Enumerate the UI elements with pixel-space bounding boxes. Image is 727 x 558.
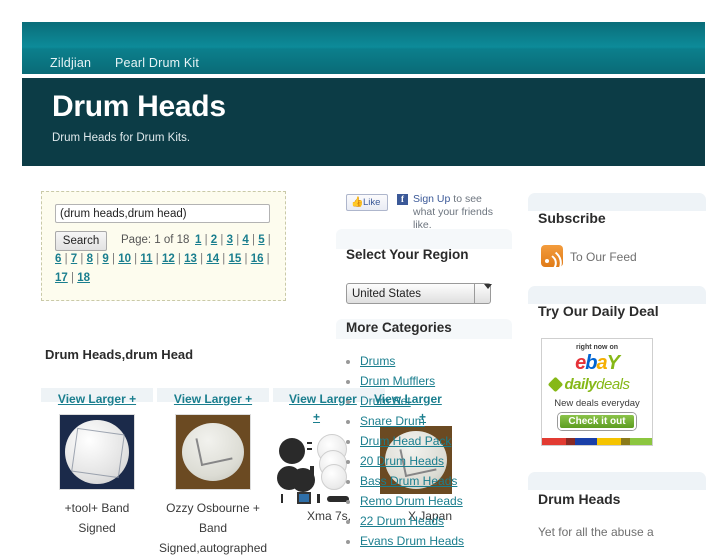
pagination-link-17[interactable]: 17 <box>55 272 68 284</box>
category-link-drums[interactable]: Drums <box>360 354 395 368</box>
pagination-separator: | <box>152 253 162 265</box>
pagination-separator: | <box>219 253 229 265</box>
top-navigation-bar: Zildjian Pearl Drum Kit <box>22 22 705 74</box>
search-input[interactable] <box>55 204 270 223</box>
thumbs-up-icon: 👍 <box>351 197 364 208</box>
category-link-remo-drum-heads[interactable]: Remo Drum Heads <box>360 494 463 508</box>
list-item[interactable]: Drum Set <box>360 391 535 411</box>
view-larger-link[interactable]: View Larger + <box>41 392 153 406</box>
list-item[interactable]: Drum Mufflers <box>360 371 535 391</box>
pagination-separator: | <box>130 253 141 265</box>
article-title: Drum Heads <box>538 491 621 507</box>
pagination-link-13[interactable]: 13 <box>184 253 197 265</box>
pagination-separator: | <box>263 253 270 265</box>
article-text: Yet for all the abuse a <box>538 525 654 539</box>
region-panel-header <box>336 229 512 249</box>
category-link-bass-drum-heads[interactable]: Bass Drum Heads <box>360 474 457 488</box>
pagination-separator: | <box>108 253 119 265</box>
rss-label[interactable]: To Our Feed <box>570 250 637 264</box>
list-item[interactable]: Bass Drum Heads <box>360 471 535 491</box>
pagination-link-16[interactable]: 16 <box>251 253 264 265</box>
pagination-separator: | <box>174 253 185 265</box>
subscribe-panel-header <box>528 193 706 211</box>
pagination-separator: | <box>241 253 251 265</box>
site-header-band: Drum Heads Drum Heads for Drum Kits. <box>22 78 705 166</box>
facebook-signup-text: Sign Up to see what your friends like. <box>413 193 505 232</box>
caption-line: Band <box>198 521 228 535</box>
pagination-separator: | <box>67 272 78 284</box>
search-panel: Search 1 | 2 | 3 | 4 | 5 | 6 | 7 | 8 | 9… <box>41 191 286 301</box>
region-select[interactable]: United States <box>346 283 491 304</box>
pagination-separator: | <box>264 234 271 246</box>
product-thumbnail[interactable] <box>175 414 251 490</box>
category-link-drum-mufflers[interactable]: Drum Mufflers <box>360 374 435 388</box>
like-label: Like <box>363 197 381 208</box>
list-item[interactable]: Remo Drum Heads <box>360 491 535 511</box>
pagination-separator: | <box>61 253 71 265</box>
list-item[interactable]: 22 Drum Heads <box>360 511 535 531</box>
pagination-link-14[interactable]: 14 <box>206 253 219 265</box>
facebook-signup-link[interactable]: Sign Up <box>413 193 450 205</box>
facebook-icon: f <box>397 194 408 205</box>
product-thumbnail[interactable] <box>59 414 135 490</box>
ebay-logo: ebaY <box>575 352 620 374</box>
list-item[interactable]: Snare Drum <box>360 411 535 431</box>
daily-deal-banner[interactable]: right now on ebaY dailydeals New deals e… <box>541 338 653 446</box>
caption-line: Signed <box>78 521 116 535</box>
category-link-22-drum-heads[interactable]: 22 Drum Heads <box>360 514 444 528</box>
categories-title: More Categories <box>346 320 452 335</box>
categories-list: Drums Drum Mufflers Drum Set Snare Drum … <box>338 351 535 551</box>
subscribe-title: Subscribe <box>538 210 606 226</box>
view-larger-link[interactable]: View Larger + <box>157 392 269 406</box>
pagination-separator: | <box>77 253 87 265</box>
daily-deal-title: Try Our Daily Deal <box>538 303 659 319</box>
category-link-evans-drum-heads[interactable]: Evans Drum Heads <box>360 534 464 548</box>
pagination-separator: | <box>248 234 259 246</box>
daily-deal-panel-header <box>528 286 706 304</box>
list-item[interactable]: Evans Drum Heads <box>360 531 535 551</box>
deal-right-now-on: right now on <box>576 344 618 351</box>
article-panel-header <box>528 472 706 490</box>
category-link-drum-head-pack[interactable]: Drum Head Pack <box>360 434 451 448</box>
category-link-20-drum-heads[interactable]: 20 Drum Heads <box>360 454 444 468</box>
page-indicator: Page: 1 of 18 <box>121 234 190 246</box>
product-caption: +tool+ Band Signed <box>41 498 153 538</box>
caption-line: Ozzy Osbourne + <box>166 501 260 515</box>
pagination-separator: | <box>201 234 211 246</box>
caption-line: Signed,autographed <box>158 541 268 555</box>
deal-subtext: New deals everyday <box>554 398 640 409</box>
region-title: Select Your Region <box>346 247 469 262</box>
pagination-link-18[interactable]: 18 <box>77 272 90 284</box>
nav-link-zildjian[interactable]: Zildjian <box>50 56 91 70</box>
nav-link-pearl-drum-kit[interactable]: Pearl Drum Kit <box>115 56 199 70</box>
pagination-link-12[interactable]: 12 <box>162 253 175 265</box>
page-tagline: Drum Heads for Drum Kits. <box>52 132 191 144</box>
view-larger-plus[interactable]: + <box>313 410 320 424</box>
pagination-separator: | <box>196 253 207 265</box>
results-heading: Drum Heads,drum Head <box>45 347 194 362</box>
category-link-drum-set[interactable]: Drum Set <box>360 394 411 408</box>
list-item[interactable]: Drum Head Pack <box>360 431 535 451</box>
daily-deals-wordmark: dailydeals <box>564 376 630 393</box>
pagination-link-11[interactable]: 11 <box>140 253 152 265</box>
caption-line: +tool+ Band <box>64 501 130 515</box>
category-link-snare-drum[interactable]: Snare Drum <box>360 414 425 428</box>
facebook-like-button[interactable]: 👍 Like <box>346 194 388 211</box>
pagination-link-15[interactable]: 15 <box>229 253 242 265</box>
pagination-separator: | <box>233 234 243 246</box>
product-caption: Ozzy Osbourne + Band Signed,autographed <box>157 498 269 558</box>
color-stripe <box>542 438 652 445</box>
check-it-out-button[interactable]: Check it out <box>558 413 636 430</box>
page-title: Drum Heads <box>52 90 226 123</box>
pagination-separator: | <box>217 234 227 246</box>
rss-icon[interactable] <box>541 245 568 275</box>
list-item[interactable]: 20 Drum Heads <box>360 451 535 471</box>
pagination-link-10[interactable]: 10 <box>118 253 131 265</box>
list-item[interactable]: Drums <box>360 351 535 371</box>
pagination-separator: | <box>93 253 103 265</box>
